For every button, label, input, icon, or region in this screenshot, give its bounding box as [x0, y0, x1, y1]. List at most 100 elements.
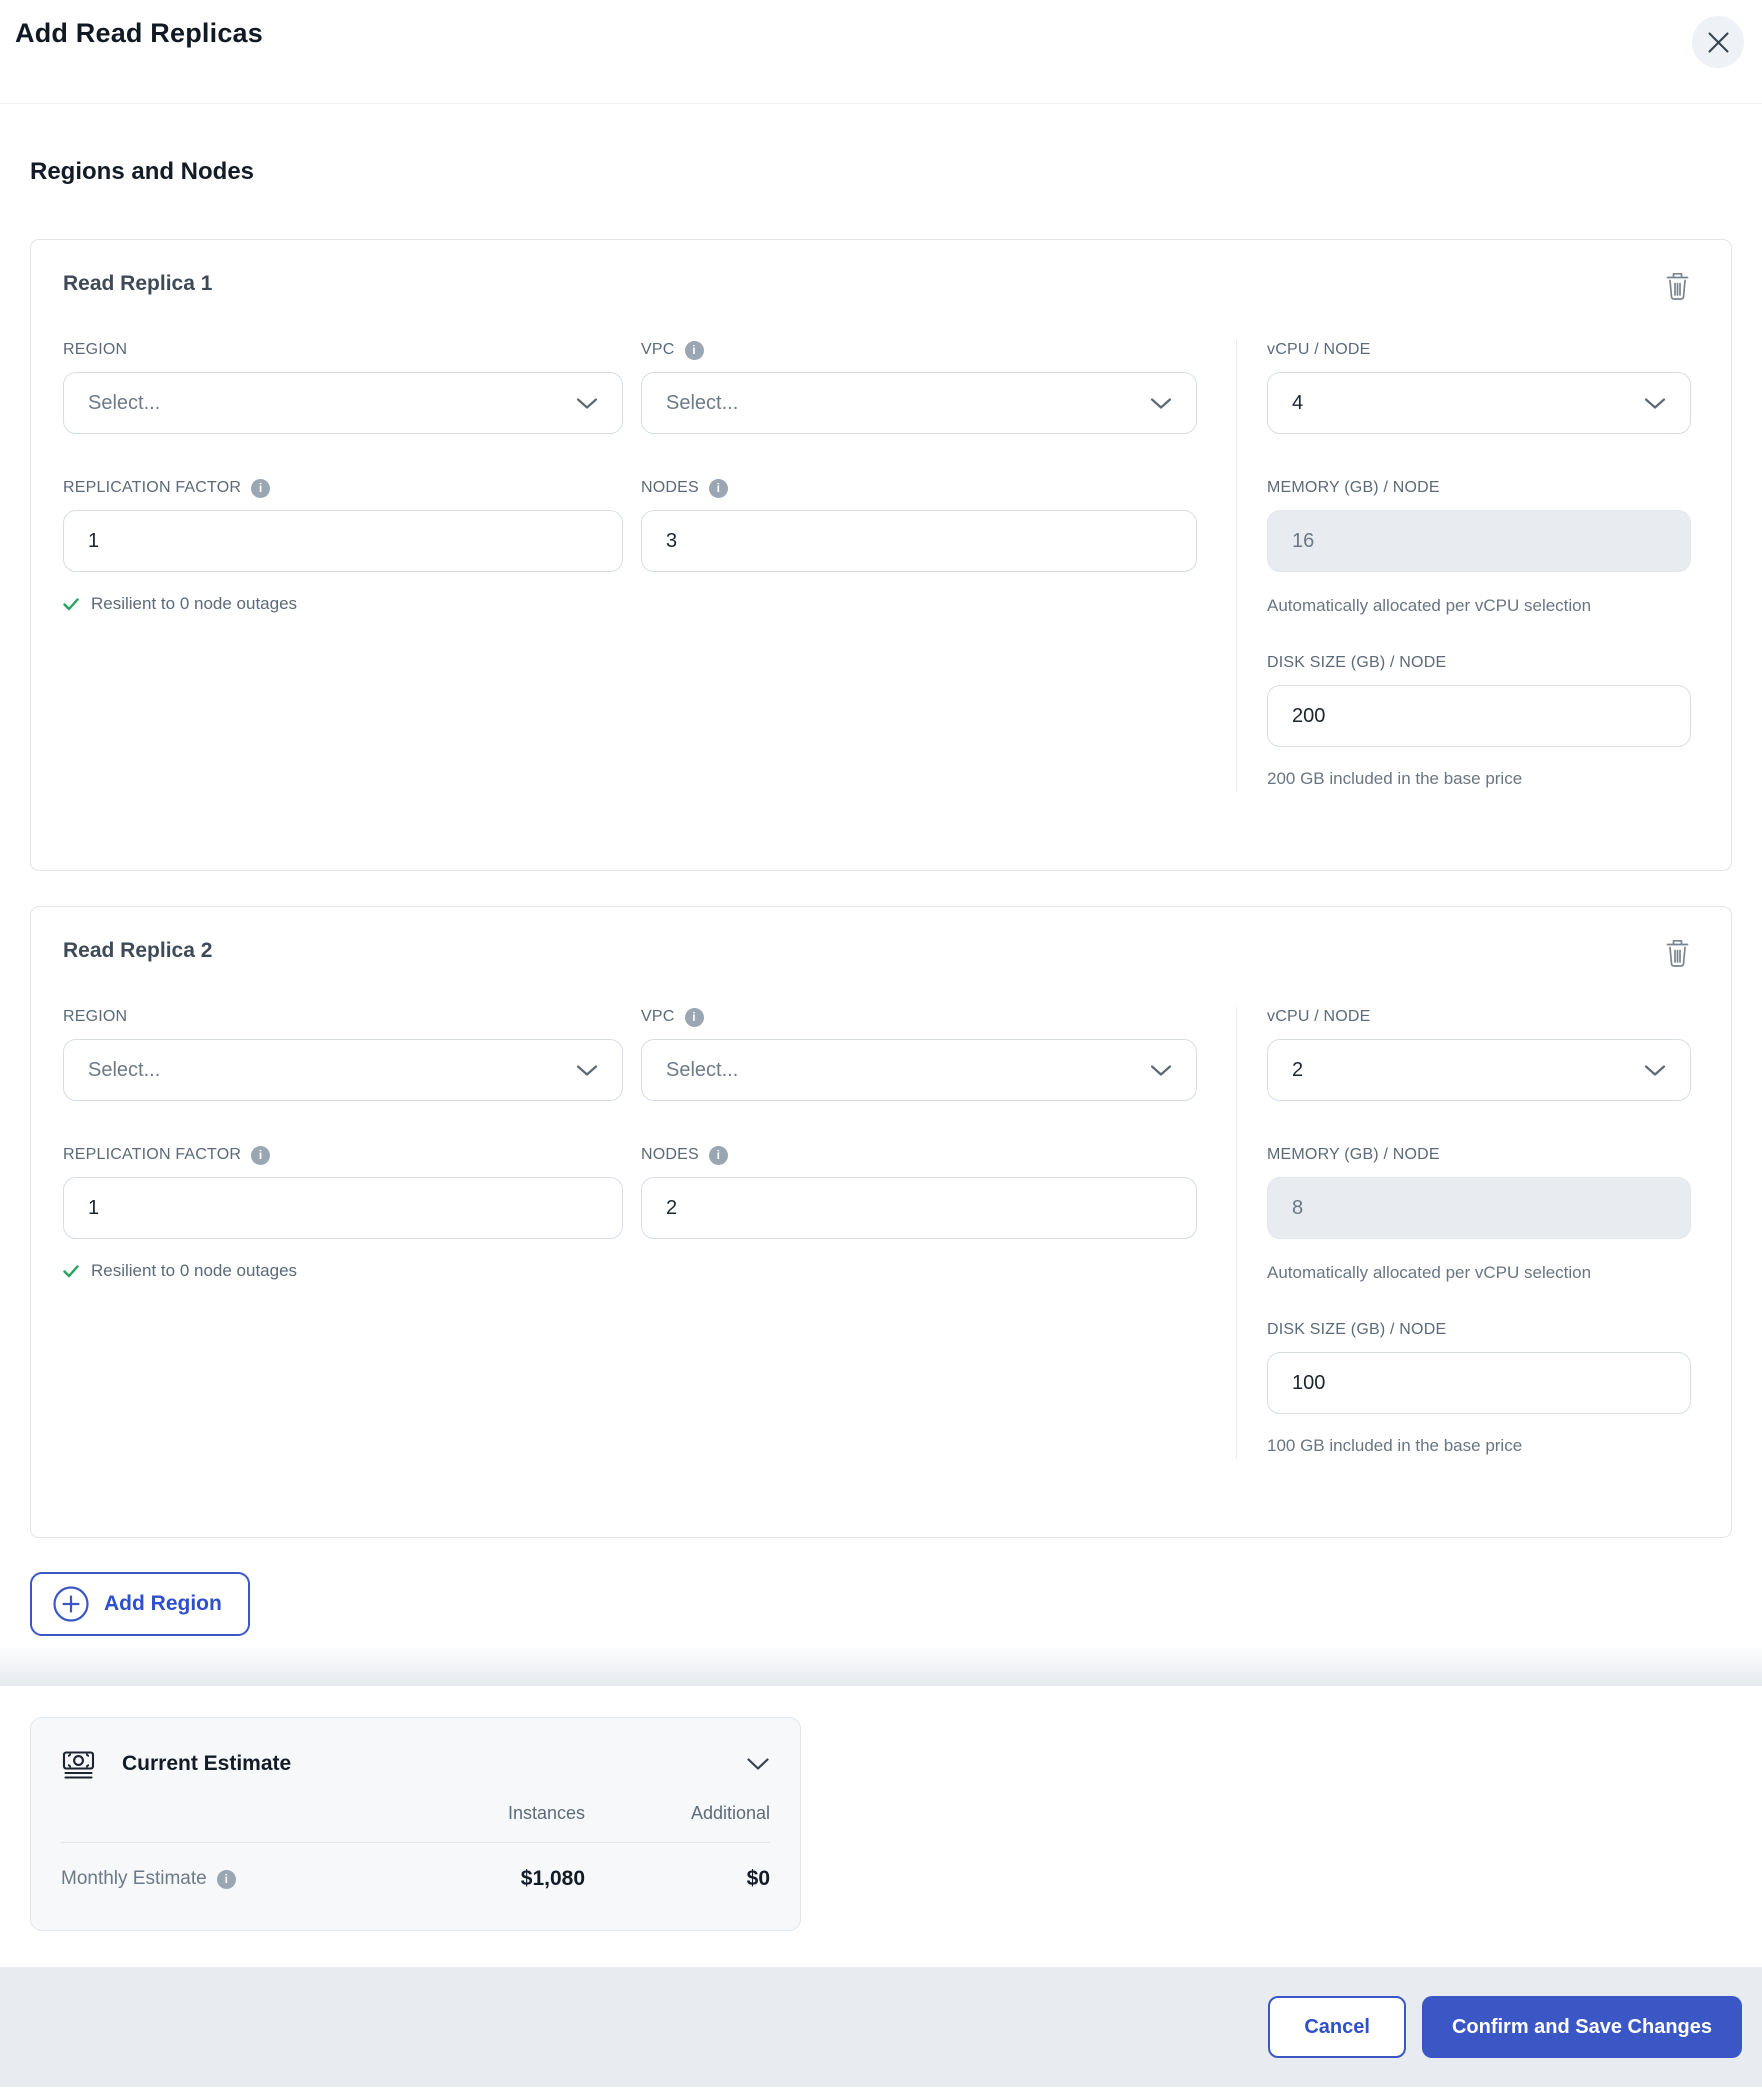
vcpu-field: vCPU / NODE 2 [1267, 1007, 1691, 1101]
estimate-column-headers: Instances Additional [61, 1803, 770, 1824]
info-icon[interactable]: i [684, 1007, 704, 1027]
read-replica-card-2: Read Replica 2 REGION Select... VPC i Se… [30, 906, 1732, 1538]
replication-factor-field: REPLICATION FACTOR i [63, 1145, 623, 1239]
vpc-select[interactable]: Select... [641, 1039, 1197, 1101]
chevron-down-icon [1150, 1064, 1172, 1077]
close-icon [1707, 31, 1730, 54]
trash-icon [1664, 270, 1691, 301]
vpc-label: VPC [641, 1008, 675, 1025]
region-field: REGION Select... [63, 340, 623, 434]
nodes-label: NODES [641, 1146, 699, 1163]
nodes-field: NODES i [641, 478, 1197, 572]
vpc-select-placeholder: Select... [666, 1058, 739, 1081]
disk-size-label: DISK SIZE (GB) / NODE [1267, 654, 1447, 671]
vcpu-select-value: 4 [1292, 391, 1304, 414]
disk-helper-text: 100 GB included in the base price [1267, 1436, 1523, 1455]
replica-title: Read Replica 2 [63, 939, 213, 962]
nodes-input[interactable] [641, 510, 1197, 572]
vcpu-label: vCPU / NODE [1267, 1008, 1371, 1025]
add-read-replicas-modal: Add Read Replicas Regions and Nodes Read… [0, 0, 1762, 2088]
region-label: REGION [63, 1008, 128, 1025]
resilience-note-text: Resilient to 0 node outages [91, 594, 298, 613]
vpc-label: VPC [641, 341, 675, 358]
vpc-field: VPC i Select... [641, 1007, 1197, 1101]
chevron-down-icon [1150, 397, 1172, 410]
scroll-shadow-divider [0, 1646, 1762, 1686]
info-icon[interactable]: i [216, 1869, 236, 1889]
region-field: REGION Select... [63, 1007, 623, 1101]
vpc-select-placeholder: Select... [666, 391, 739, 414]
resilience-note: Resilient to 0 node outages [63, 594, 623, 614]
monthly-estimate-additional-value: $0 [746, 1867, 770, 1890]
vcpu-field: vCPU / NODE 4 [1267, 340, 1691, 434]
region-select-placeholder: Select... [88, 1058, 161, 1081]
replication-factor-input[interactable] [63, 1177, 623, 1239]
cancel-button[interactable]: Cancel [1268, 1996, 1406, 2058]
info-icon[interactable]: i [684, 340, 704, 360]
memory-field: MEMORY (GB) / NODE Automatically allocat… [1267, 1145, 1691, 1286]
replication-factor-label: REPLICATION FACTOR [63, 1146, 242, 1163]
modal-footer: Cancel Confirm and Save Changes [0, 1967, 1762, 2087]
region-select[interactable]: Select... [63, 372, 623, 434]
estimate-section: Current Estimate Instances Additional Mo… [0, 1686, 1762, 1931]
vcpu-select[interactable]: 2 [1267, 1039, 1691, 1101]
check-icon [63, 597, 79, 611]
nodes-input[interactable] [641, 1177, 1197, 1239]
resilience-note: Resilient to 0 node outages [63, 1261, 623, 1281]
nodes-label: NODES [641, 479, 699, 496]
info-icon[interactable]: i [708, 478, 728, 498]
monthly-estimate-row: Monthly Estimate i $1,080 $0 [61, 1843, 770, 1891]
current-estimate-card: Current Estimate Instances Additional Mo… [30, 1717, 801, 1931]
disk-size-field: DISK SIZE (GB) / NODE 200 GB included in… [1267, 653, 1691, 792]
vertical-divider [1236, 1007, 1237, 1459]
vcpu-label: vCPU / NODE [1267, 341, 1371, 358]
vpc-field: VPC i Select... [641, 340, 1197, 434]
chevron-down-icon [576, 397, 598, 410]
replication-factor-input[interactable] [63, 510, 623, 572]
vpc-select[interactable]: Select... [641, 372, 1197, 434]
memory-input [1267, 510, 1691, 572]
memory-helper-text: Automatically allocated per vCPU selecti… [1267, 1263, 1592, 1282]
estimate-title: Current Estimate [122, 1751, 292, 1775]
monthly-estimate-instances-value: $1,080 [520, 1867, 585, 1890]
modal-title: Add Read Replicas [15, 18, 263, 48]
confirm-save-button[interactable]: Confirm and Save Changes [1421, 1996, 1742, 2058]
resilience-note-text: Resilient to 0 node outages [91, 1261, 298, 1280]
memory-label: MEMORY (GB) / NODE [1267, 479, 1440, 496]
monthly-estimate-label: Monthly Estimate [61, 1868, 207, 1889]
memory-label: MEMORY (GB) / NODE [1267, 1146, 1440, 1163]
memory-field: MEMORY (GB) / NODE Automatically allocat… [1267, 478, 1691, 619]
read-replica-card-1: Read Replica 1 REGION Select... VPC i Se… [30, 239, 1732, 871]
disk-size-input[interactable] [1267, 685, 1691, 747]
info-icon[interactable]: i [708, 1145, 728, 1165]
modal-header: Add Read Replicas [0, 0, 1762, 104]
vcpu-select[interactable]: 4 [1267, 372, 1691, 434]
add-region-button[interactable]: Add Region [30, 1572, 250, 1636]
chevron-down-icon [1644, 397, 1666, 410]
replica-title: Read Replica 1 [63, 272, 213, 295]
close-button[interactable] [1692, 16, 1744, 68]
plus-circle-icon [52, 1585, 90, 1623]
add-region-label: Add Region [104, 1592, 222, 1615]
memory-helper-text: Automatically allocated per vCPU selecti… [1267, 596, 1592, 615]
region-select-placeholder: Select... [88, 391, 161, 414]
info-icon[interactable]: i [251, 478, 271, 498]
nodes-field: NODES i [641, 1145, 1197, 1239]
delete-replica-button[interactable] [1662, 937, 1693, 968]
vcpu-select-value: 2 [1292, 1058, 1304, 1081]
delete-replica-button[interactable] [1662, 270, 1693, 301]
region-select[interactable]: Select... [63, 1039, 623, 1101]
replication-factor-field: REPLICATION FACTOR i [63, 478, 623, 572]
region-label: REGION [63, 341, 128, 358]
disk-size-input[interactable] [1267, 1352, 1691, 1414]
replication-factor-label: REPLICATION FACTOR [63, 479, 242, 496]
section-heading: Regions and Nodes [30, 158, 255, 185]
disk-size-label: DISK SIZE (GB) / NODE [1267, 1321, 1447, 1338]
chevron-down-icon [576, 1064, 598, 1077]
column-header-additional: Additional [690, 1803, 770, 1823]
disk-helper-text: 200 GB included in the base price [1267, 769, 1523, 788]
info-icon[interactable]: i [251, 1145, 271, 1165]
disk-size-field: DISK SIZE (GB) / NODE 100 GB included in… [1267, 1320, 1691, 1459]
vertical-divider [1236, 340, 1237, 792]
collapse-chevron-icon[interactable] [746, 1757, 770, 1771]
